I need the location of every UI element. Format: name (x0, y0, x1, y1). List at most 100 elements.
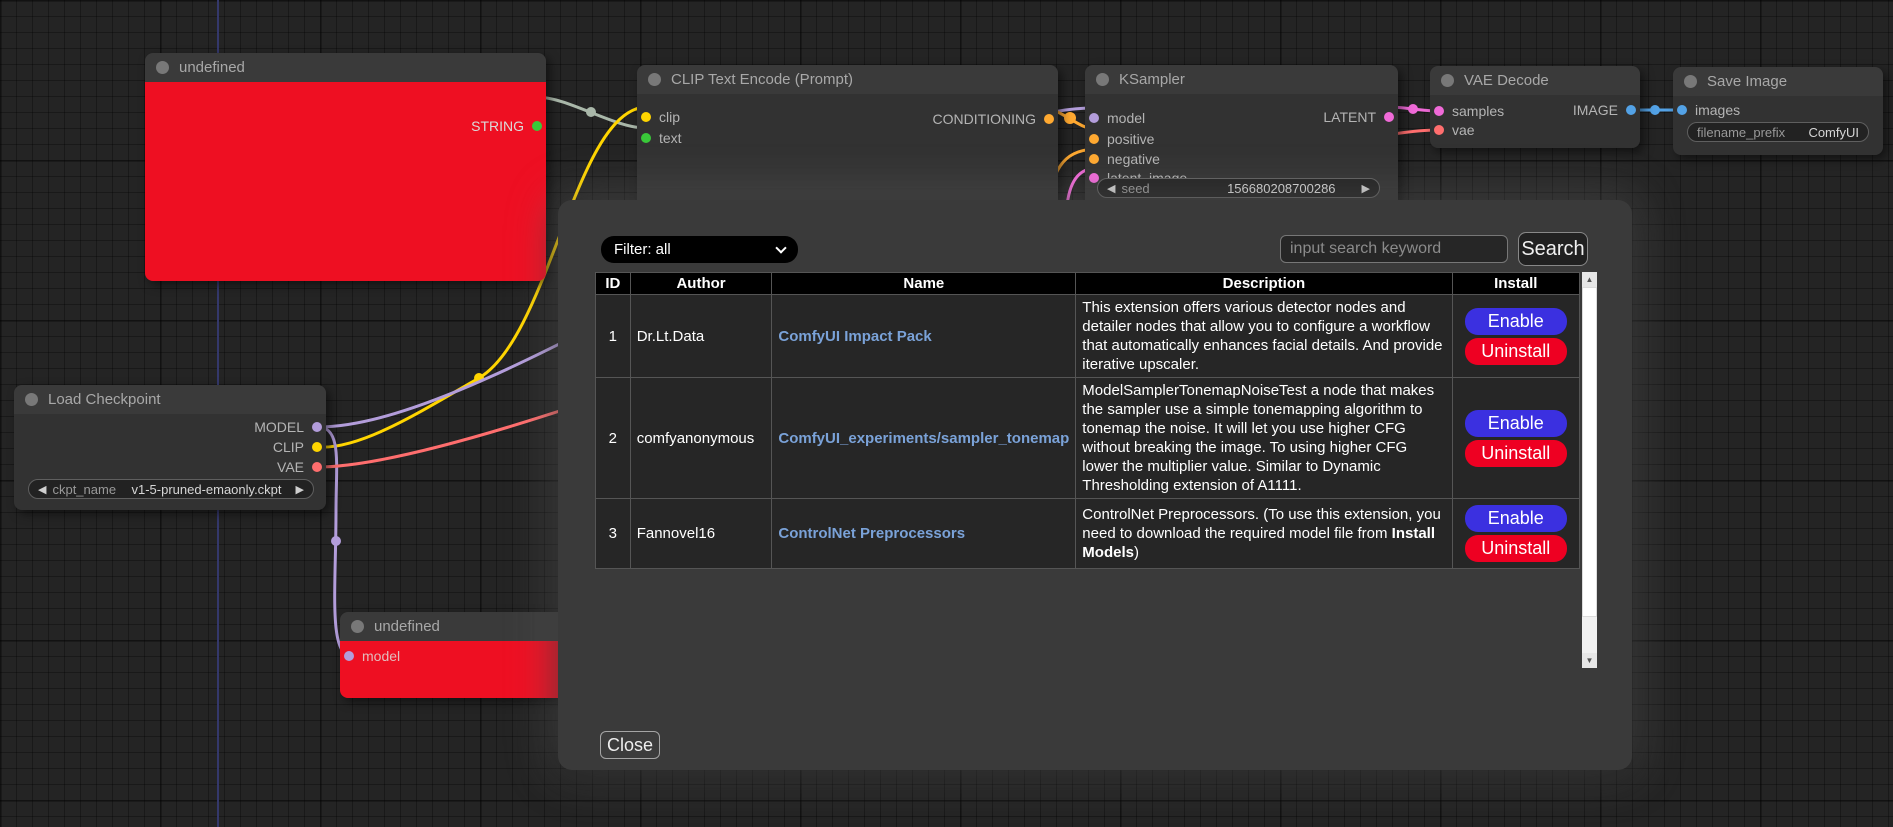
node-body: clip text CONDITIONING (637, 94, 1058, 215)
row-id: 3 (596, 499, 631, 569)
output-slot-clip[interactable] (312, 442, 322, 452)
ckpt-name-widget[interactable]: ◀ ckpt_name v1-5-pruned-emaonly.ckpt ▶ (28, 479, 314, 499)
wire-dot (586, 107, 596, 117)
node-status-icon (156, 61, 169, 74)
increment-arrow-icon[interactable]: ▶ (1362, 182, 1370, 195)
scrollbar[interactable]: ▲ ▼ (1582, 272, 1597, 668)
node-header[interactable]: undefined (340, 612, 568, 641)
enable-button[interactable]: Enable (1465, 308, 1567, 335)
node-save-image[interactable]: Save Image images filename_prefix ComfyU… (1673, 67, 1883, 155)
extension-link[interactable]: ComfyUI Impact Pack (778, 328, 931, 345)
output-slot-conditioning[interactable] (1044, 114, 1054, 124)
output-label: STRING (471, 118, 524, 134)
row-description: ControlNet Preprocessors. (To use this e… (1076, 499, 1452, 569)
output-label: MODEL (254, 419, 304, 435)
input-label: vae (1452, 122, 1475, 138)
node-ksampler[interactable]: KSampler model positive negative latent_… (1085, 65, 1398, 215)
row-author: comfyanonymous (630, 378, 772, 499)
input-slot-images[interactable] (1677, 105, 1687, 115)
node-load-checkpoint[interactable]: Load Checkpoint MODEL CLIP VAE ◀ ckpt_na… (14, 385, 326, 510)
wire-dot (1408, 104, 1418, 114)
scroll-up-icon[interactable]: ▲ (1582, 272, 1597, 287)
output-slot-vae[interactable] (312, 462, 322, 472)
input-label: text (659, 130, 682, 146)
input-slot-clip[interactable] (641, 112, 651, 122)
node-header[interactable]: VAE Decode (1430, 66, 1640, 95)
output-label: LATENT (1323, 109, 1376, 125)
node-undefined-bottom[interactable]: undefined model (340, 612, 568, 698)
scroll-down-icon[interactable]: ▼ (1582, 653, 1597, 668)
extension-table: ID Author Name Description Install 1 Dr.… (595, 272, 1580, 569)
uninstall-button[interactable]: Uninstall (1465, 440, 1567, 467)
node-body-error: model (340, 641, 568, 698)
node-vae-decode[interactable]: VAE Decode samples vae IMAGE (1430, 66, 1640, 148)
input-slot-samples[interactable] (1434, 106, 1444, 116)
input-slot-vae[interactable] (1434, 125, 1444, 135)
filter-select[interactable]: Filter: all (601, 236, 798, 263)
increment-arrow-icon[interactable]: ▶ (296, 483, 304, 496)
node-body: MODEL CLIP VAE ◀ ckpt_name v1-5-pruned-e… (14, 414, 326, 510)
extension-link[interactable]: ComfyUI_experiments/sampler_tonemap (778, 430, 1069, 447)
input-slot-negative[interactable] (1089, 154, 1099, 164)
uninstall-button[interactable]: Uninstall (1465, 535, 1567, 562)
extension-link[interactable]: ControlNet Preprocessors (778, 525, 965, 542)
node-clip-text-encode[interactable]: CLIP Text Encode (Prompt) clip text COND… (637, 65, 1058, 215)
input-slot-model[interactable] (344, 651, 354, 661)
input-label: samples (1452, 103, 1504, 119)
wire-dot (1650, 105, 1660, 115)
col-header-name: Name (772, 273, 1076, 295)
decrement-arrow-icon[interactable]: ◀ (1107, 182, 1115, 195)
input-label: positive (1107, 131, 1154, 147)
wire-dot (331, 536, 341, 546)
input-slot-positive[interactable] (1089, 134, 1099, 144)
uninstall-button[interactable]: Uninstall (1465, 338, 1567, 365)
node-header[interactable]: KSampler (1085, 65, 1398, 94)
node-status-icon (25, 393, 38, 406)
node-status-icon (1684, 75, 1697, 88)
node-header[interactable]: Save Image (1673, 67, 1883, 96)
node-header[interactable]: undefined (145, 53, 546, 82)
extension-table-body: 1 Dr.Lt.Data ComfyUI Impact Pack This ex… (596, 295, 1580, 569)
input-slot-latent-image[interactable] (1089, 173, 1099, 183)
node-header[interactable]: Load Checkpoint (14, 385, 326, 414)
node-canvas[interactable]: undefined STRING CLIP Text Encode (Promp… (0, 0, 1893, 827)
decrement-arrow-icon[interactable]: ◀ (38, 483, 46, 496)
row-author: Dr.Lt.Data (630, 295, 772, 378)
output-label: CLIP (273, 439, 304, 455)
widget-label: ckpt_name (52, 482, 116, 497)
extension-table-area: ID Author Name Description Install 1 Dr.… (595, 272, 1598, 668)
node-body: samples vae IMAGE (1430, 95, 1640, 148)
input-label: images (1695, 102, 1740, 118)
node-title: VAE Decode (1464, 72, 1549, 89)
output-slot-model[interactable] (312, 422, 322, 432)
node-body-error: STRING (145, 82, 546, 281)
manager-dialog: Filter: all Search ID Author Name Descri… (558, 200, 1632, 770)
output-label: VAE (277, 459, 304, 475)
table-row: 1 Dr.Lt.Data ComfyUI Impact Pack This ex… (596, 295, 1580, 378)
output-slot-latent[interactable] (1384, 112, 1394, 122)
filename-prefix-widget[interactable]: filename_prefix ComfyUI (1687, 122, 1869, 142)
scrollbar-thumb[interactable] (1582, 287, 1597, 617)
search-input[interactable] (1280, 235, 1508, 263)
node-title: Save Image (1707, 73, 1787, 90)
input-label: negative (1107, 151, 1160, 167)
input-label: clip (659, 109, 680, 125)
enable-button[interactable]: Enable (1465, 410, 1567, 437)
row-install: Enable Uninstall (1452, 295, 1580, 378)
node-title: undefined (374, 618, 440, 635)
node-status-icon (648, 73, 661, 86)
output-slot-image[interactable] (1626, 105, 1636, 115)
node-header[interactable]: CLIP Text Encode (Prompt) (637, 65, 1058, 94)
node-undefined-top[interactable]: undefined STRING (145, 53, 546, 281)
row-id: 2 (596, 378, 631, 499)
close-button[interactable]: Close (600, 731, 660, 759)
search-button[interactable]: Search (1518, 232, 1588, 266)
output-slot-string[interactable] (532, 121, 542, 131)
input-slot-text[interactable] (641, 133, 651, 143)
input-label: model (362, 648, 400, 664)
widget-value: 156680208700286 (1227, 181, 1335, 196)
widget-value: ComfyUI (1808, 125, 1859, 140)
input-slot-model[interactable] (1089, 113, 1099, 123)
seed-widget[interactable]: ◀ seed 156680208700286 ▶ (1097, 178, 1380, 198)
enable-button[interactable]: Enable (1465, 505, 1567, 532)
